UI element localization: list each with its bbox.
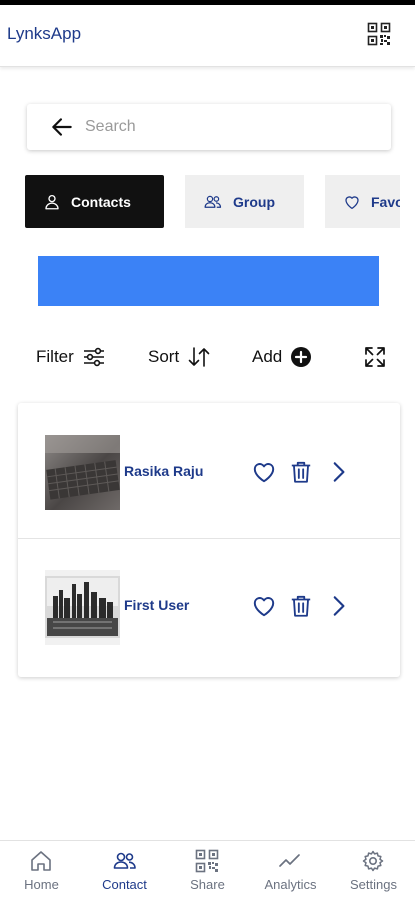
- tab-contacts[interactable]: Contacts: [25, 175, 164, 228]
- person-icon: [45, 194, 59, 209]
- tab-favorites[interactable]: Favorites: [325, 175, 400, 228]
- heart-icon[interactable]: [251, 593, 277, 619]
- contact-name: Rasika Raju: [124, 463, 204, 479]
- arrow-left-icon[interactable]: [49, 114, 75, 140]
- app-title: LynksApp: [7, 24, 82, 43]
- trash-icon[interactable]: [288, 459, 314, 485]
- qr-code-icon[interactable]: [367, 22, 391, 46]
- tab-label: Group: [233, 193, 275, 210]
- list-item[interactable]: First User: [18, 540, 400, 676]
- nav-label: Home: [24, 877, 59, 892]
- expand-icon: [365, 347, 385, 367]
- nav-item-share[interactable]: Share: [166, 841, 249, 900]
- nav-item-home[interactable]: Home: [0, 841, 83, 900]
- add-button[interactable]: Add: [252, 338, 312, 376]
- nav-label: Contact: [102, 877, 147, 892]
- list-item[interactable]: Rasika Raju: [18, 403, 400, 539]
- plus-circle-icon: [291, 347, 312, 367]
- avatar: [45, 435, 120, 510]
- avatar: [45, 570, 120, 645]
- gear-icon: [362, 850, 384, 872]
- nav-item-settings[interactable]: Settings: [332, 841, 415, 900]
- expand-button[interactable]: [355, 338, 387, 376]
- trash-icon[interactable]: [288, 593, 314, 619]
- heart-icon: [345, 195, 359, 209]
- search-input[interactable]: [85, 118, 335, 136]
- heart-icon[interactable]: [251, 459, 277, 485]
- sliders-icon: [83, 347, 104, 367]
- bottom-nav: Home Contact Share Analytics Settings: [0, 840, 415, 900]
- nav-item-contact[interactable]: Contact: [83, 841, 166, 900]
- sort-button[interactable]: Sort: [148, 338, 211, 376]
- add-label: Add: [252, 347, 283, 366]
- sort-label: Sort: [148, 347, 180, 366]
- tab-label: Contacts: [71, 193, 131, 210]
- contact-name: First User: [124, 597, 190, 613]
- search-bar: [27, 104, 391, 150]
- category-tabs: Contacts Group Favorites: [25, 175, 400, 228]
- home-icon: [31, 851, 51, 871]
- tab-group[interactable]: Group: [185, 175, 304, 228]
- contact-list: Rasika Raju First User: [18, 403, 400, 677]
- nav-label: Share: [190, 877, 225, 892]
- banner: [38, 256, 379, 306]
- chevron-right-icon[interactable]: [325, 593, 351, 619]
- filter-label: Filter: [36, 347, 74, 366]
- chevron-right-icon[interactable]: [325, 459, 351, 485]
- action-bar: Filter Sort Add: [0, 338, 415, 376]
- tab-label: Favorites: [371, 193, 400, 210]
- qr-code-icon: [195, 849, 219, 873]
- people-icon: [204, 195, 222, 208]
- nav-label: Settings: [350, 877, 397, 892]
- app-header: LynksApp: [0, 5, 415, 67]
- nav-item-analytics[interactable]: Analytics: [249, 841, 332, 900]
- nav-label: Analytics: [264, 877, 317, 892]
- filter-button[interactable]: Filter: [36, 338, 106, 376]
- trend-icon: [279, 854, 300, 867]
- people-icon: [113, 852, 136, 869]
- sort-arrows-icon: [188, 347, 210, 367]
